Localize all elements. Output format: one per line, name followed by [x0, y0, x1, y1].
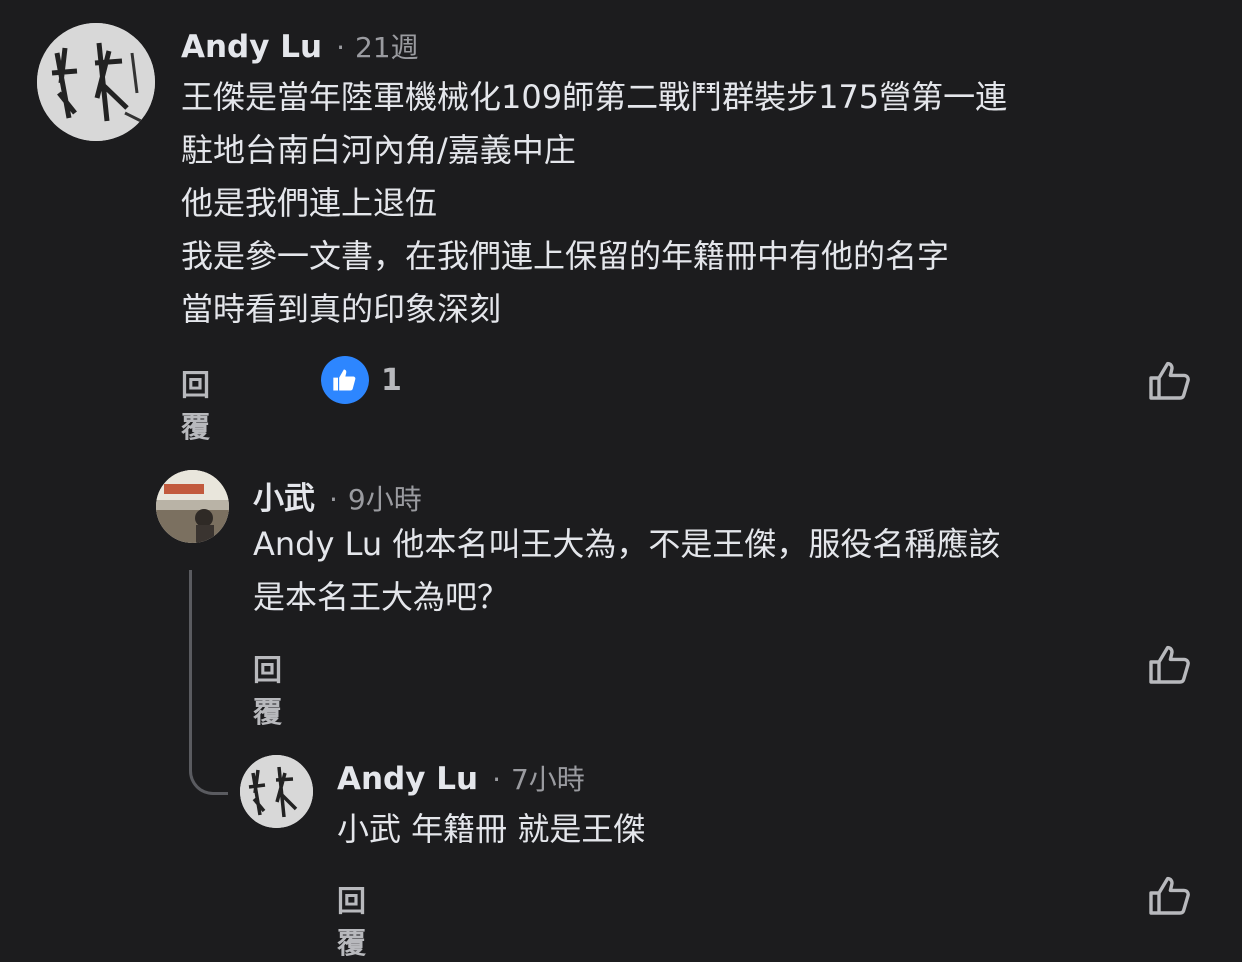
avatar[interactable]: [156, 470, 229, 543]
author-name[interactable]: Andy Lu: [181, 29, 322, 65]
timestamp[interactable]: 21週: [355, 26, 419, 66]
comment-line: 他是我們連上退伍: [181, 184, 438, 222]
avatar[interactable]: [240, 755, 313, 828]
thumbs-up-outline-icon[interactable]: [1146, 357, 1194, 405]
separator-dot: ·: [329, 483, 338, 516]
comment-text: 王傑是當年陸軍機械化109師第二戰鬥群裝步175營第一連 駐地台南白河內角/嘉義…: [181, 71, 1007, 336]
reply-button[interactable]: 回覆: [181, 362, 210, 446]
comment-header: Andy Lu · 7小時: [337, 758, 585, 798]
author-name[interactable]: Andy Lu: [337, 761, 478, 797]
comment-text: 小武 年籍冊 就是王傑: [337, 803, 645, 856]
reply-button[interactable]: 回覆: [337, 878, 366, 962]
comment-line: 我是參一文書，在我們連上保留的年籍冊中有他的名字: [181, 237, 950, 275]
comment-line: 小武 年籍冊 就是王傑: [337, 810, 646, 848]
comment-header: 小武 · 9小時: [253, 473, 422, 518]
thumbs-up-outline-icon[interactable]: [1146, 872, 1194, 920]
separator-dot: ·: [492, 763, 501, 796]
reaction-count: 1: [381, 362, 402, 398]
reply-button[interactable]: 回覆: [253, 647, 282, 731]
thread-connector: [189, 570, 228, 795]
thumbs-up-outline-icon[interactable]: [1146, 641, 1194, 689]
timestamp[interactable]: 9小時: [348, 478, 422, 518]
comment-line: 駐地台南白河內角/嘉義中庄: [181, 131, 576, 169]
comment-line: Andy Lu 他本名叫王大為，不是王傑，服役名稱應該: [253, 525, 1001, 563]
comment-line: 王傑是當年陸軍機械化109師第二戰鬥群裝步175營第一連: [181, 78, 1008, 116]
reaction-summary[interactable]: 1: [321, 356, 402, 404]
comment-header: Andy Lu · 21週: [181, 26, 419, 66]
author-name[interactable]: 小武: [253, 473, 315, 518]
separator-dot: ·: [336, 31, 345, 64]
comment-text: Andy Lu 他本名叫王大為，不是王傑，服役名稱應該 是本名王大為吧？: [253, 518, 1000, 624]
timestamp[interactable]: 7小時: [511, 758, 585, 798]
like-icon: [321, 356, 369, 404]
comment-line: 是本名王大為吧？: [253, 578, 510, 616]
avatar[interactable]: [37, 23, 155, 141]
comment-line: 當時看到真的印象深刻: [181, 290, 502, 328]
